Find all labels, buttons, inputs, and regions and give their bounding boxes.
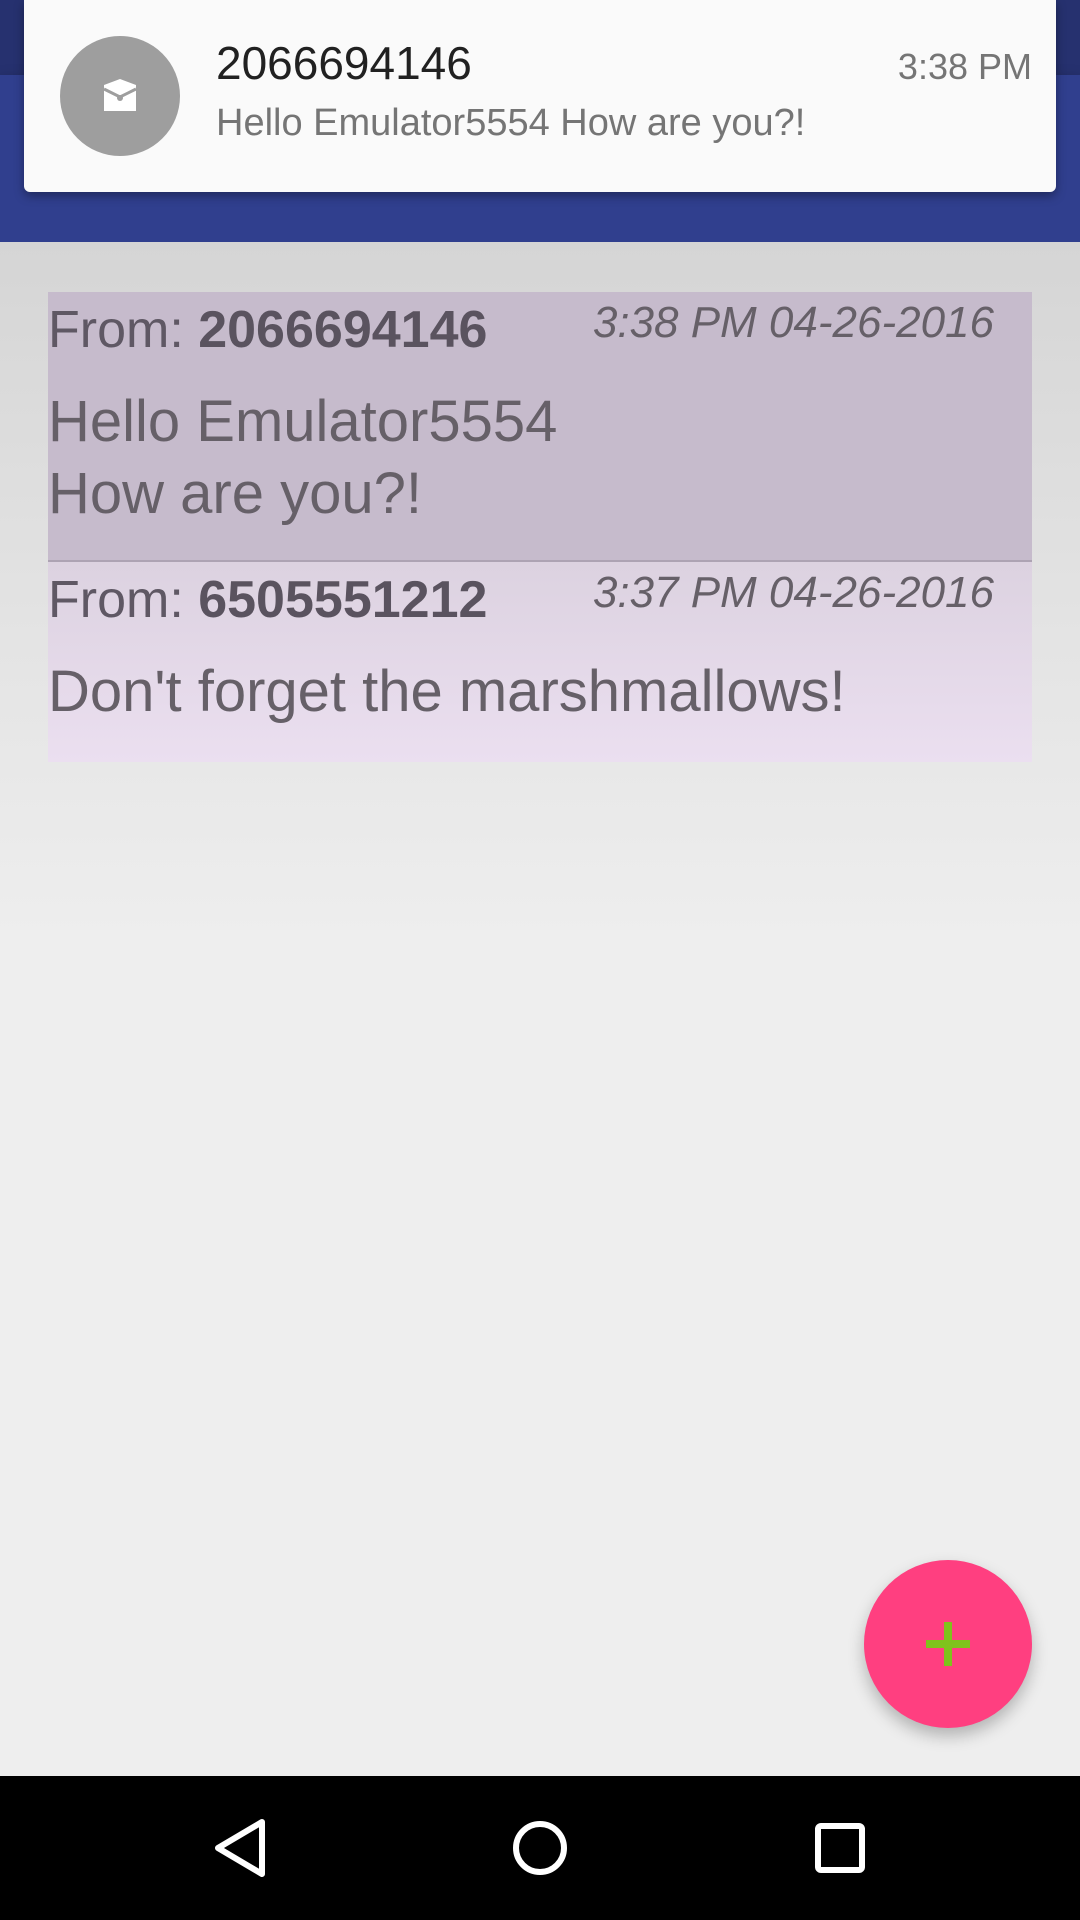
notification-title: 2066694146	[216, 37, 472, 89]
notification-text: Hello Emulator5554 How are you?!	[216, 102, 806, 144]
home-button[interactable]	[490, 1798, 590, 1898]
message-sender: From: 2066694146	[48, 300, 487, 360]
back-button[interactable]	[190, 1798, 290, 1898]
screen: From: 2066694146 3:38 PM 04-26-2016 Hell…	[0, 0, 1080, 1920]
message-item[interactable]: From: 2066694146 3:38 PM 04-26-2016 Hell…	[48, 292, 1032, 562]
back-icon	[215, 1819, 265, 1877]
notification-time: 3:38 PM	[897, 46, 1032, 87]
from-label: From:	[48, 301, 199, 359]
message-body-line: How are you?!	[48, 461, 422, 526]
heads-up-notification[interactable]: 2066694146 Hello Emulator5554 How are yo…	[24, 0, 1056, 192]
message-list: From: 2066694146 3:38 PM 04-26-2016 Hell…	[48, 292, 1032, 762]
message-timestamp: 3:38 PM 04-26-2016	[592, 298, 994, 347]
from-number: 2066694146	[198, 301, 488, 359]
message-timestamp: 3:37 PM 04-26-2016	[592, 568, 994, 617]
from-number: 6505551212	[198, 571, 488, 629]
content-area: From: 2066694146 3:38 PM 04-26-2016 Hell…	[0, 242, 1080, 1776]
from-label: From:	[48, 571, 199, 629]
notification-avatar	[60, 36, 180, 156]
message-sender: From: 6505551212	[48, 570, 487, 630]
message-item[interactable]: From: 6505551212 3:37 PM 04-26-2016 Don'…	[48, 562, 1032, 762]
message-body: Don't forget the marshmallows!	[48, 656, 948, 728]
plus-icon	[926, 1622, 970, 1666]
recents-button[interactable]	[790, 1798, 890, 1898]
message-body-line: Hello Emulator5554	[48, 389, 558, 454]
navigation-bar	[0, 1776, 1080, 1920]
message-body-line: Don't forget the marshmallows!	[48, 659, 846, 724]
message-icon	[103, 79, 137, 111]
recents-icon	[815, 1823, 865, 1873]
compose-fab[interactable]	[864, 1560, 1032, 1728]
message-body: Hello Emulator5554 How are you?!	[48, 386, 948, 530]
home-icon	[513, 1821, 567, 1875]
